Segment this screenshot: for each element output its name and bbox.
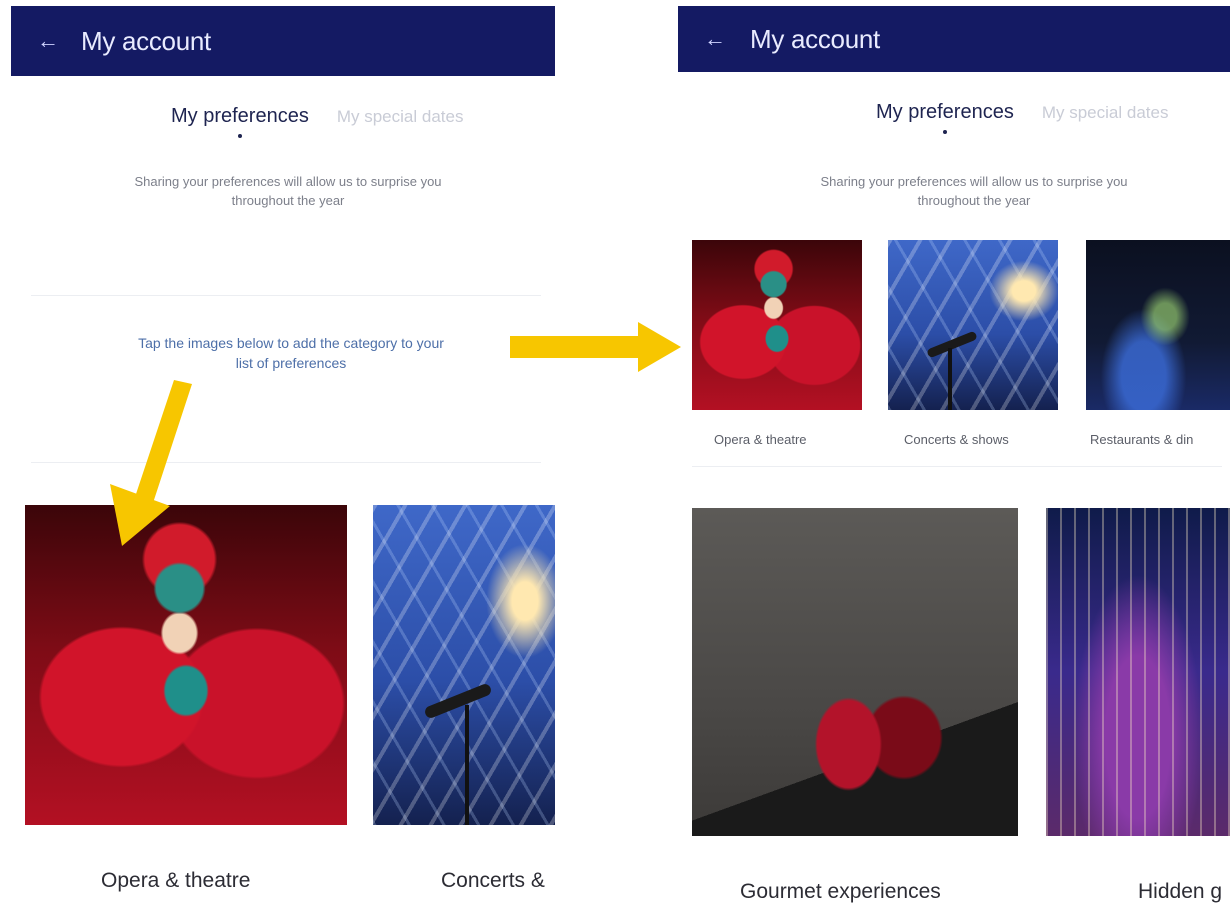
microphone-icon <box>373 505 555 825</box>
tab-label: My preferences <box>171 105 309 127</box>
tab-my-preferences[interactable]: My preferences <box>171 105 309 138</box>
category-image-gourmet[interactable] <box>692 508 1018 836</box>
app-header: ← My account <box>678 6 1230 72</box>
screen-before: ← My account My preferences My special d… <box>11 0 555 905</box>
tab-bar: My preferences My special dates <box>11 105 555 138</box>
active-tab-indicator <box>237 134 242 138</box>
app-header: ← My account <box>11 6 555 76</box>
tab-label: My special dates <box>336 107 464 126</box>
tab-my-preferences[interactable]: My preferences <box>876 101 1014 134</box>
selected-image-concerts[interactable] <box>888 240 1058 410</box>
intro-text: Sharing your preferences will allow us t… <box>11 172 555 210</box>
category-image-hidden-gems[interactable] <box>1046 508 1230 836</box>
selected-image-restaurants[interactable] <box>1086 240 1230 410</box>
hint-text: Tap the images below to add the category… <box>71 333 511 373</box>
arrow-right-icon <box>510 322 681 372</box>
tab-my-special-dates[interactable]: My special dates <box>337 105 464 128</box>
divider <box>31 295 541 296</box>
intro-line: throughout the year <box>231 193 345 208</box>
microphone-icon <box>888 240 1058 410</box>
intro-text: Sharing your preferences will allow us t… <box>678 172 1230 210</box>
arrow-down-icon <box>110 380 192 546</box>
page-title: My account <box>81 25 211 56</box>
category-label: Concerts & <box>441 869 545 892</box>
selected-label: Concerts & shows <box>904 432 1009 447</box>
category-label: Gourmet experiences <box>740 880 941 903</box>
hint-line: Tap the images below to add the category… <box>138 335 444 351</box>
arrow-left-icon[interactable]: ← <box>704 28 726 50</box>
divider <box>692 466 1222 467</box>
tab-my-special-dates[interactable]: My special dates <box>1042 101 1169 124</box>
arrow-left-icon[interactable]: ← <box>37 30 59 52</box>
category-image-concerts[interactable] <box>373 505 555 825</box>
selected-label: Restaurants & din <box>1090 432 1194 447</box>
selected-label: Opera & theatre <box>714 432 807 447</box>
selected-image-opera[interactable] <box>692 240 862 410</box>
active-tab-indicator <box>942 130 947 134</box>
intro-line: Sharing your preferences will allow us t… <box>134 174 442 189</box>
category-label: Hidden g <box>1138 880 1223 903</box>
tab-label: My preferences <box>876 101 1014 123</box>
category-image-opera[interactable] <box>25 505 347 825</box>
page-title: My account <box>750 23 880 54</box>
hint-line: list of preferences <box>235 355 347 371</box>
tab-bar: My preferences My special dates <box>678 101 1230 134</box>
intro-line: throughout the year <box>917 193 1031 208</box>
tab-label: My special dates <box>1041 103 1169 122</box>
intro-line: Sharing your preferences will allow us t… <box>820 174 1128 189</box>
category-label: Opera & theatre <box>101 869 251 892</box>
screen-after: ← My account My preferences My special d… <box>678 0 1230 905</box>
